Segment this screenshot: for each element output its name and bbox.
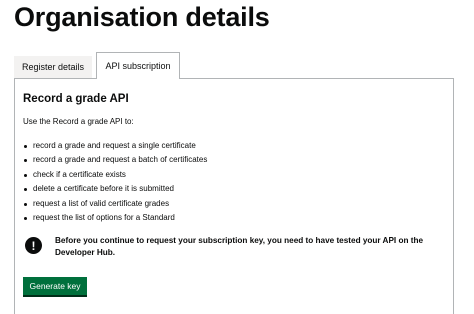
list-item: delete a certificate before it is submit… [23, 182, 207, 196]
page-title: Organisation details [14, 2, 270, 32]
generate-key-button[interactable]: Generate key [23, 277, 87, 295]
capabilities-list: record a grade and request a single cert… [23, 139, 207, 225]
warning-message: Before you continue to request your subs… [55, 236, 424, 257]
list-item: record a grade and request a batch of ce… [23, 153, 207, 167]
tabs-list: Register details API subscription [14, 52, 180, 79]
tab-api-subscription[interactable]: API subscription [96, 52, 180, 79]
list-item: request the list of options for a Standa… [23, 211, 207, 225]
tab-register-details[interactable]: Register details [14, 56, 92, 78]
tab-panel-api-subscription: Record a grade API Use the Record a grad… [14, 78, 454, 314]
intro-text: Use the Record a grade API to: [23, 117, 134, 126]
list-item: request a list of valid certificate grad… [23, 197, 207, 211]
exclamation-icon: ! [25, 237, 42, 254]
list-item: record a grade and request a single cert… [23, 139, 207, 153]
list-item: check if a certificate exists [23, 168, 207, 182]
panel-heading: Record a grade API [23, 93, 129, 105]
